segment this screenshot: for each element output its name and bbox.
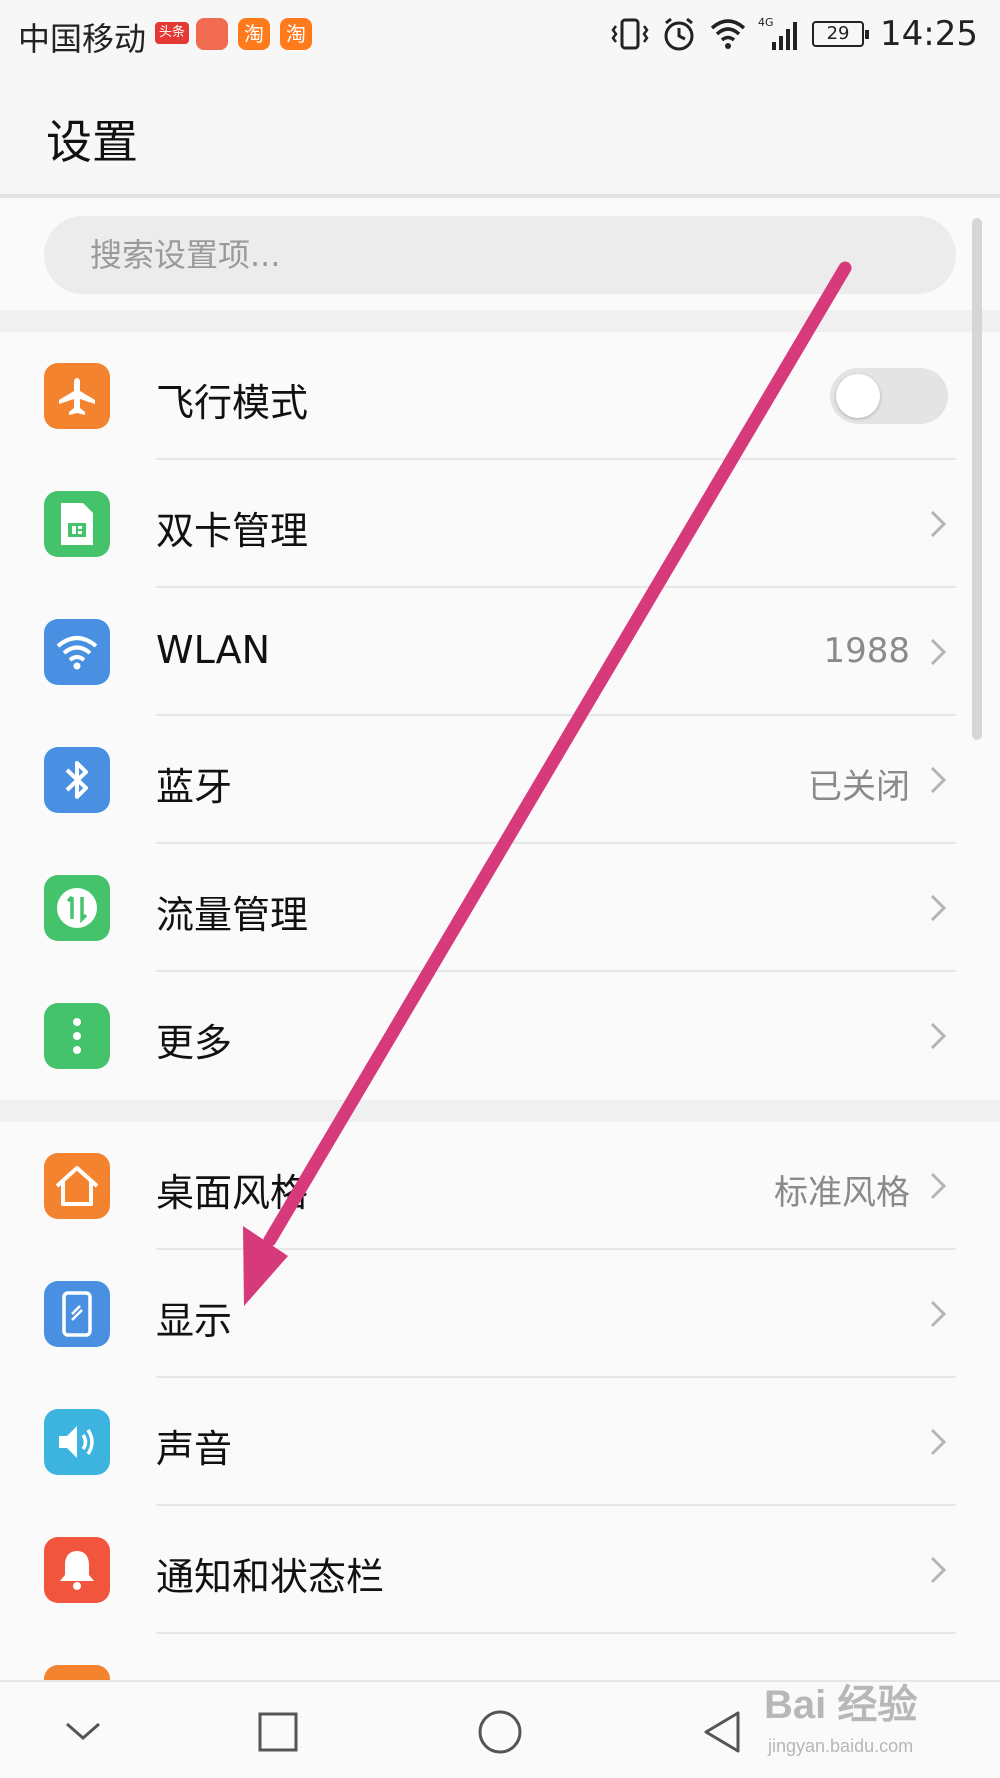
app-header: 设置 xyxy=(0,68,1000,196)
toutiao-app-icon: 头条 xyxy=(155,22,189,44)
status-bar: 中国移动 头条 淘 淘 4G 29 14:25 xyxy=(0,0,1000,68)
settings-item-label: 飞行模式 xyxy=(156,381,309,425)
toggle-knob xyxy=(836,374,880,418)
network-type: 4G xyxy=(758,16,774,29)
display-icon xyxy=(44,1281,110,1347)
battery-indicator: 29 xyxy=(812,21,870,47)
chevron-right-icon xyxy=(930,1022,947,1050)
search-area xyxy=(0,198,1000,310)
taobao-app-icon: 淘 xyxy=(280,18,312,50)
settings-item-label: 桌面风格 xyxy=(156,1171,309,1215)
bell-icon xyxy=(44,1537,110,1603)
sim-card-icon xyxy=(44,491,110,557)
watermark-text: Bai 经验 xyxy=(764,1683,918,1727)
chevron-right-icon xyxy=(930,510,947,538)
chevron-right-icon xyxy=(930,1172,947,1200)
scrollbar[interactable] xyxy=(972,218,982,740)
settings-item-display[interactable]: 显示 xyxy=(0,1250,1000,1378)
settings-item-value: 标准风格 xyxy=(774,1173,910,1213)
settings-item-dual-sim[interactable]: 双卡管理 xyxy=(0,460,1000,588)
settings-item-more[interactable]: 更多 xyxy=(0,972,1000,1100)
settings-item-home-style[interactable]: 桌面风格 标准风格 xyxy=(0,1122,1000,1250)
airplane-icon xyxy=(44,363,110,429)
carrier-name: 中国移动 xyxy=(18,20,147,58)
settings-item-sound[interactable]: 声音 xyxy=(0,1378,1000,1506)
settings-item-wlan[interactable]: WLAN 1988 xyxy=(0,588,1000,716)
settings-item-label: 流量管理 xyxy=(156,893,309,937)
home-icon xyxy=(44,1153,110,1219)
status-icons: 4G 29 14:25 xyxy=(610,12,978,56)
settings-item-airplane-mode[interactable]: 飞行模式 xyxy=(0,332,1000,460)
wifi-icon xyxy=(44,619,110,685)
section-gap xyxy=(0,310,1000,332)
collapse-icon[interactable] xyxy=(53,1704,113,1760)
settings-item-label: WLAN xyxy=(156,628,271,672)
vibrate-icon xyxy=(611,18,649,50)
settings-item-label: 双卡管理 xyxy=(156,509,309,553)
settings-group-device: 桌面风格 标准风格 显示 声音 通知和状态栏 xyxy=(0,1122,1000,1684)
settings-group-connectivity: 飞行模式 双卡管理 WLAN 1988 蓝牙 已关闭 流量管理 更多 xyxy=(0,332,1000,1100)
settings-item-data-usage[interactable]: 流量管理 xyxy=(0,844,1000,972)
chevron-right-icon xyxy=(930,766,947,794)
sound-icon xyxy=(44,1409,110,1475)
more-dots-icon xyxy=(44,1003,110,1069)
settings-item-value: 1988 xyxy=(823,631,910,671)
settings-item-label: 更多 xyxy=(156,1021,233,1065)
taobao-app-icon: 淘 xyxy=(238,18,270,50)
cellular-signal-icon: 4G xyxy=(758,16,798,50)
chevron-right-icon xyxy=(930,1428,947,1456)
page-title: 设置 xyxy=(46,115,138,169)
airplane-mode-toggle[interactable] xyxy=(830,368,948,424)
data-usage-icon xyxy=(44,875,110,941)
settings-item-label: 通知和状态栏 xyxy=(156,1555,385,1599)
bluetooth-icon xyxy=(44,747,110,813)
settings-item-notifications[interactable]: 通知和状态栏 xyxy=(0,1506,1000,1634)
clock: 14:25 xyxy=(880,14,978,54)
watermark-url: jingyan.baidu.com xyxy=(768,1736,914,1756)
cow-app-icon xyxy=(196,18,228,50)
chevron-right-icon xyxy=(930,1300,947,1328)
home-circle-icon[interactable] xyxy=(470,1704,530,1760)
alarm-icon xyxy=(664,17,694,51)
settings-item-label: 显示 xyxy=(156,1299,233,1343)
settings-item-bluetooth[interactable]: 蓝牙 已关闭 xyxy=(0,716,1000,844)
chevron-right-icon xyxy=(930,894,947,922)
search-box[interactable] xyxy=(44,216,956,294)
back-triangle-icon[interactable] xyxy=(692,1704,752,1760)
recent-apps-icon[interactable] xyxy=(248,1704,308,1760)
chevron-right-icon xyxy=(930,1556,947,1584)
settings-item-label: 声音 xyxy=(156,1427,233,1471)
settings-item-value: 已关闭 xyxy=(808,767,910,807)
section-gap xyxy=(0,1100,1000,1122)
search-input[interactable] xyxy=(90,216,910,294)
baidu-jingyan-watermark: Bai 经验 jingyan.baidu.com xyxy=(764,1672,974,1772)
settings-item-label: 蓝牙 xyxy=(156,765,233,809)
wifi-status-icon xyxy=(710,19,746,49)
chevron-right-icon xyxy=(930,638,947,666)
